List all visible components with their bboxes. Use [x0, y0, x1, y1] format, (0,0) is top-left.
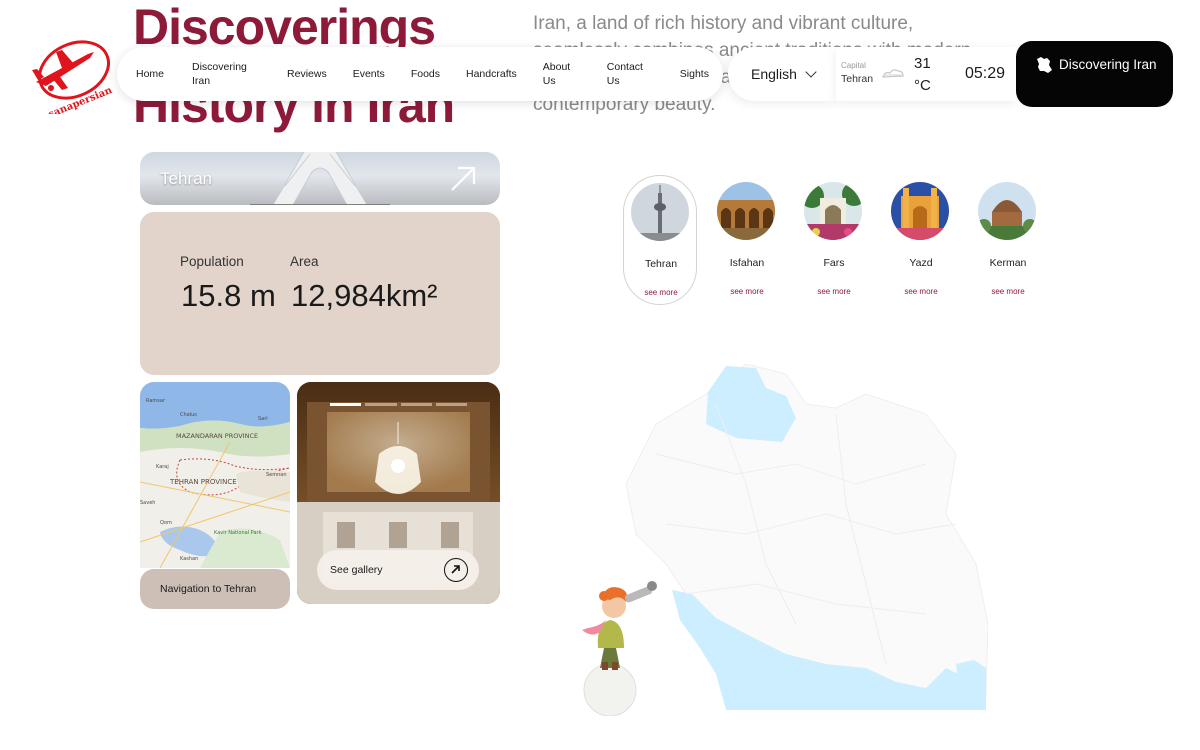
city-card-isfahan[interactable]: Isfahan see more	[710, 175, 784, 305]
local-time: 05:29	[965, 65, 1006, 82]
discovering-iran-button[interactable]: Discovering Iran	[1016, 41, 1173, 107]
map-label-kavir: Kavir National Park	[214, 530, 262, 536]
map-label-semnan: Semnan	[266, 472, 287, 478]
city-name: Tehran	[644, 258, 678, 270]
slide-dot[interactable]	[435, 403, 467, 406]
map-image: Ramsar Chalus Sari MAZANDARAN PROVINCE K…	[140, 382, 290, 568]
main-nav: Home Discovering Iran Reviews Events Foo…	[117, 47, 723, 101]
capital-label: Capital	[841, 61, 866, 70]
discovering-iran-label: Discovering Iran	[1059, 57, 1157, 72]
map-label-tehran-province: TEHRAN PROVINCE	[169, 478, 237, 486]
map-label-karaj: Karaj	[156, 464, 169, 470]
city-thumb-kerman	[978, 182, 1036, 240]
city-card-fars[interactable]: Fars see more	[797, 175, 871, 305]
logo-text: sanapersian	[47, 85, 114, 114]
city-name: Isfahan	[729, 257, 765, 269]
temperature-value: 31	[914, 55, 931, 72]
area-value: 12,984km²	[291, 278, 438, 313]
arrow-circle-icon	[444, 558, 468, 582]
map-label-ramsar: Ramsar	[146, 398, 166, 404]
gallery-slide-indicator	[330, 403, 467, 406]
iran-map-icon	[1037, 57, 1052, 73]
map-label-sari: Sari	[258, 416, 268, 422]
navigation-to-tehran-button[interactable]: Navigation to Tehran	[140, 569, 290, 609]
capital-city: Tehran	[841, 73, 874, 85]
explorer-character-illustration	[582, 581, 657, 716]
nav-sights[interactable]: Sights	[680, 67, 709, 81]
city-thumb-yazd	[891, 182, 949, 240]
cloud-icon	[882, 69, 904, 78]
population-value: 15.8 m	[181, 278, 276, 313]
city-name: Yazd	[909, 257, 933, 269]
map-label-kashan: Kashan	[180, 556, 198, 562]
see-gallery-label: See gallery	[330, 564, 383, 576]
slide-dot[interactable]	[400, 403, 432, 406]
arrow-up-right-icon[interactable]	[448, 164, 478, 194]
nav-about-us[interactable]: About Us	[543, 60, 581, 88]
nav-foods[interactable]: Foods	[411, 67, 440, 81]
city-card-yazd[interactable]: Yazd see more	[884, 175, 958, 305]
tehran-map[interactable]: Ramsar Chalus Sari MAZANDARAN PROVINCE K…	[140, 382, 290, 568]
nav-reviews[interactable]: Reviews	[287, 67, 327, 81]
azadi-tower-image	[250, 152, 390, 205]
city-name: Fars	[823, 257, 845, 269]
map-label-saveh: Saveh	[140, 500, 155, 506]
temperature-unit: °C	[914, 77, 931, 94]
see-more-link[interactable]: see more	[884, 287, 958, 296]
city-banner-name: Tehran	[160, 169, 212, 188]
nav-handcrafts[interactable]: Handcrafts	[466, 67, 517, 81]
nav-events[interactable]: Events	[353, 67, 385, 81]
city-stats-card: Population Area 15.8 m 12,984km²	[140, 212, 500, 375]
see-gallery-button[interactable]: See gallery	[317, 550, 479, 590]
gallery-card[interactable]: See gallery	[297, 382, 500, 604]
nav-home[interactable]: Home	[136, 67, 164, 81]
see-more-link[interactable]: see more	[797, 287, 871, 296]
nav-contact-us[interactable]: Contact Us	[607, 60, 654, 88]
map-label-chalus: Chalus	[180, 412, 197, 418]
chevron-down-icon	[805, 66, 817, 78]
city-thumb-fars	[804, 182, 862, 240]
nav-discovering-iran[interactable]: Discovering Iran	[192, 60, 254, 88]
city-thumb-isfahan	[717, 182, 775, 240]
map-label-mazandaran: MAZANDARAN PROVINCE	[176, 432, 258, 440]
cities-carousel: Tehran see more Isfahan see more Fars se…	[623, 175, 1053, 310]
city-banner-tehran[interactable]: Tehran	[140, 152, 500, 205]
see-more-link[interactable]: see more	[710, 287, 784, 296]
city-card-kerman[interactable]: Kerman see more	[971, 175, 1045, 305]
city-card-tehran[interactable]: Tehran see more	[623, 175, 697, 305]
hero-title-line1: Discoverings	[133, 0, 436, 55]
map-label-qom: Qom	[160, 520, 172, 526]
city-name: Kerman	[989, 257, 1027, 269]
language-selector[interactable]: English	[728, 47, 836, 101]
slide-dot[interactable]	[330, 403, 362, 406]
slide-dot[interactable]	[365, 403, 397, 406]
population-label: Population	[180, 254, 244, 269]
area-label: Area	[290, 254, 319, 269]
city-thumb-tehran	[631, 183, 689, 241]
airplane-logo-icon: sanapersian	[32, 40, 114, 121]
site-logo[interactable]: sanapersian	[28, 24, 114, 121]
see-more-link[interactable]: see more	[624, 288, 698, 297]
temperature: 31 °C	[914, 53, 944, 97]
see-more-link[interactable]: see more	[971, 287, 1045, 296]
language-value: English	[751, 66, 797, 82]
weather-widget: Capital Tehran 31 °C 05:29	[836, 47, 1016, 101]
